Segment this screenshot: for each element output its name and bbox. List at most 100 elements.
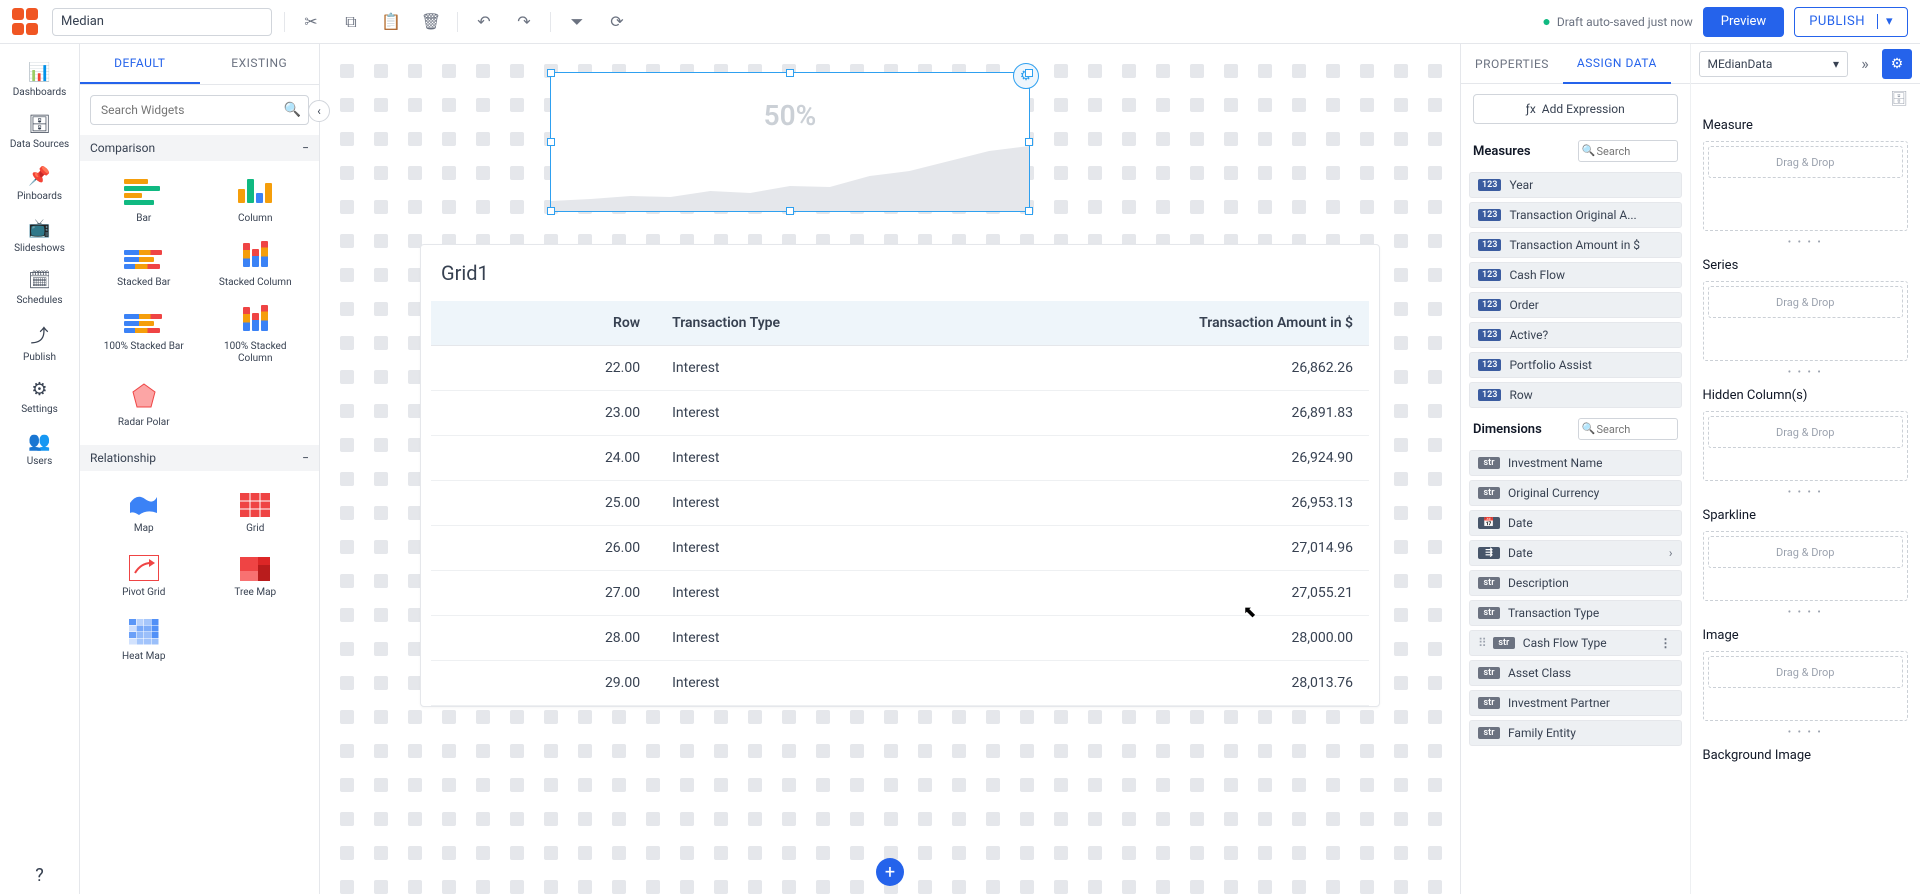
nav-users[interactable]: 👥 Users	[10, 423, 69, 475]
widget-heat-map[interactable]: Heat Map	[92, 611, 196, 667]
widget-pivot-grid[interactable]: Pivot Grid	[92, 547, 196, 603]
column-header[interactable]: Transaction Amount in $	[1031, 301, 1369, 346]
dimension-field[interactable]: 📅Date	[1469, 510, 1682, 536]
measure-field[interactable]: 123Transaction Original A...	[1469, 202, 1682, 228]
table-row[interactable]: 22.00Interest26,862.26	[431, 346, 1369, 391]
measure-field[interactable]: 123Transaction Amount in $	[1469, 232, 1682, 258]
dimension-field[interactable]: strOriginal Currency	[1469, 480, 1682, 506]
measure-field[interactable]: 123Portfolio Assist	[1469, 352, 1682, 378]
collapse-panel-button[interactable]: ‹	[308, 100, 330, 122]
widget-tree-map[interactable]: Tree Map	[204, 547, 308, 603]
measure-field[interactable]: 123Row	[1469, 382, 1682, 408]
grid-title: Grid1	[421, 261, 1379, 301]
help-button[interactable]: ?	[0, 857, 79, 894]
filter-icon[interactable]: ⏷	[563, 8, 591, 36]
preview-button[interactable]: Preview	[1703, 7, 1784, 37]
section-comparison[interactable]: Comparison−	[80, 135, 319, 161]
date-badge-icon: 📅	[1478, 517, 1500, 529]
undo-icon[interactable]: ↶	[470, 8, 498, 36]
sparkline-preview	[551, 141, 1029, 211]
drag-handle-icon[interactable]: ⠿	[1478, 636, 1487, 650]
measure-dropzone[interactable]: Drag & Drop	[1708, 146, 1904, 178]
search-icon: 🔍	[284, 102, 301, 118]
publish-caret-icon[interactable]: ▾	[1877, 14, 1893, 29]
nav-data-sources[interactable]: 🗄 Data Sources	[10, 106, 69, 158]
table-row[interactable]: 26.00Interest27,014.96	[431, 526, 1369, 571]
nav-settings[interactable]: ⚙ Settings	[10, 371, 69, 423]
column-header[interactable]: Transaction Type	[656, 301, 1031, 346]
widget-stacked-bar[interactable]: Stacked Bar	[92, 237, 196, 293]
dimension-field[interactable]: strInvestment Partner	[1469, 690, 1682, 716]
number-badge-icon: 123	[1478, 359, 1501, 371]
publish-button[interactable]: PUBLISH▾	[1794, 7, 1908, 37]
widget-bar[interactable]: Bar	[92, 173, 196, 229]
nav-schedules[interactable]: 🗓 Schedules	[10, 262, 69, 314]
cut-icon[interactable]: ✂	[297, 8, 325, 36]
sparkline-dropzone[interactable]: Drag & Drop	[1708, 536, 1904, 568]
widget-100-stacked-bar[interactable]: 100% Stacked Bar	[92, 301, 196, 369]
more-icon[interactable]: ⋮	[1660, 636, 1673, 650]
tab-properties[interactable]: PROPERTIES	[1461, 44, 1563, 84]
widget-map[interactable]: Map	[92, 483, 196, 539]
hidden-dropzone[interactable]: Drag & Drop	[1708, 416, 1904, 448]
copy-icon[interactable]: ⧉	[337, 8, 365, 36]
dimension-field[interactable]: strTransaction Type	[1469, 600, 1682, 626]
table-row[interactable]: 29.00Interest28,013.76	[431, 661, 1369, 706]
kpi-value: 50%	[764, 99, 817, 132]
widget-grid[interactable]: Grid	[204, 483, 308, 539]
dimension-field[interactable]: ⇶Date›	[1469, 540, 1682, 566]
slideshows-icon: 📺	[28, 218, 50, 239]
table-row[interactable]: 24.00Interest26,924.90	[431, 436, 1369, 481]
table-row[interactable]: 28.00Interest28,000.00	[431, 616, 1369, 661]
measure-field[interactable]: 123Cash Flow	[1469, 262, 1682, 288]
hierarchy-icon: ⇶	[1478, 547, 1500, 559]
dashboard-title-input[interactable]	[52, 8, 272, 36]
dimension-field[interactable]: strFamily Entity	[1469, 720, 1682, 746]
measure-field[interactable]: 123Year	[1469, 172, 1682, 198]
measure-field[interactable]: 123Active?	[1469, 322, 1682, 348]
data sources-icon: 🗄	[28, 114, 51, 135]
table-row[interactable]: 25.00Interest26,953.13	[431, 481, 1369, 526]
datasource-more-icon[interactable]: »	[1854, 54, 1876, 73]
widget-100-stacked-column[interactable]: 100% Stacked Column	[204, 301, 308, 369]
refresh-icon[interactable]: ⟳	[603, 8, 631, 36]
chevron-right-icon[interactable]: ›	[1669, 546, 1673, 560]
tab-existing[interactable]: EXISTING	[200, 44, 320, 84]
paste-icon[interactable]: 📋	[377, 8, 405, 36]
grid-widget[interactable]: Grid1 RowTransaction TypeTransaction Amo…	[420, 244, 1380, 707]
nav-dashboards[interactable]: 📊 Dashboards	[10, 54, 69, 106]
image-dropzone[interactable]: Drag & Drop	[1708, 656, 1904, 688]
redo-icon[interactable]: ↷	[510, 8, 538, 36]
add-widget-button[interactable]: +	[876, 858, 904, 886]
dimension-field[interactable]: strAsset Class	[1469, 660, 1682, 686]
nav-pinboards[interactable]: 📌 Pinboards	[10, 158, 69, 210]
measure-field[interactable]: 123Order	[1469, 292, 1682, 318]
number-badge-icon: 123	[1478, 239, 1501, 251]
zone-hidden-label: Hidden Column(s)	[1691, 380, 1920, 407]
dashboards-icon: 📊	[28, 62, 50, 83]
widget-search-input[interactable]	[90, 95, 309, 125]
tab-default[interactable]: DEFAULT	[80, 44, 200, 84]
widget-radar-polar[interactable]: Radar Polar	[92, 377, 196, 433]
section-relationship[interactable]: Relationship−	[80, 445, 319, 471]
table-row[interactable]: 23.00Interest26,891.83	[431, 391, 1369, 436]
delete-icon[interactable]: 🗑	[417, 8, 445, 36]
add-expression-button[interactable]: ƒxAdd Expression	[1473, 94, 1678, 124]
dimension-field[interactable]: strInvestment Name	[1469, 450, 1682, 476]
datasource-select[interactable]: MEdianData▾	[1699, 51, 1849, 77]
tab-assign-data[interactable]: ASSIGN DATA	[1563, 44, 1671, 84]
nav-publish[interactable]: ⤴ Publish	[10, 314, 69, 371]
nav-slideshows[interactable]: 📺 Slideshows	[10, 210, 69, 262]
kpi-widget[interactable]: ⚙ 50%	[550, 72, 1030, 212]
autosave-status: ● Draft auto-saved just now	[1542, 13, 1692, 30]
dimension-field[interactable]: ⠿strCash Flow Type⋮	[1469, 630, 1682, 656]
canvas[interactable]: ⚙ 50% Grid1 RowTransaction TypeTransacti…	[320, 44, 1460, 894]
series-dropzone[interactable]: Drag & Drop	[1708, 286, 1904, 318]
widget-column[interactable]: Column	[204, 173, 308, 229]
database-icon[interactable]: 🗄	[1888, 88, 1910, 110]
dimension-field[interactable]: strDescription	[1469, 570, 1682, 596]
table-row[interactable]: 27.00Interest27,055.21	[431, 571, 1369, 616]
widget-stacked-column[interactable]: Stacked Column	[204, 237, 308, 293]
settings-icon[interactable]: ⚙	[1882, 49, 1912, 79]
column-header[interactable]: Row	[431, 301, 656, 346]
